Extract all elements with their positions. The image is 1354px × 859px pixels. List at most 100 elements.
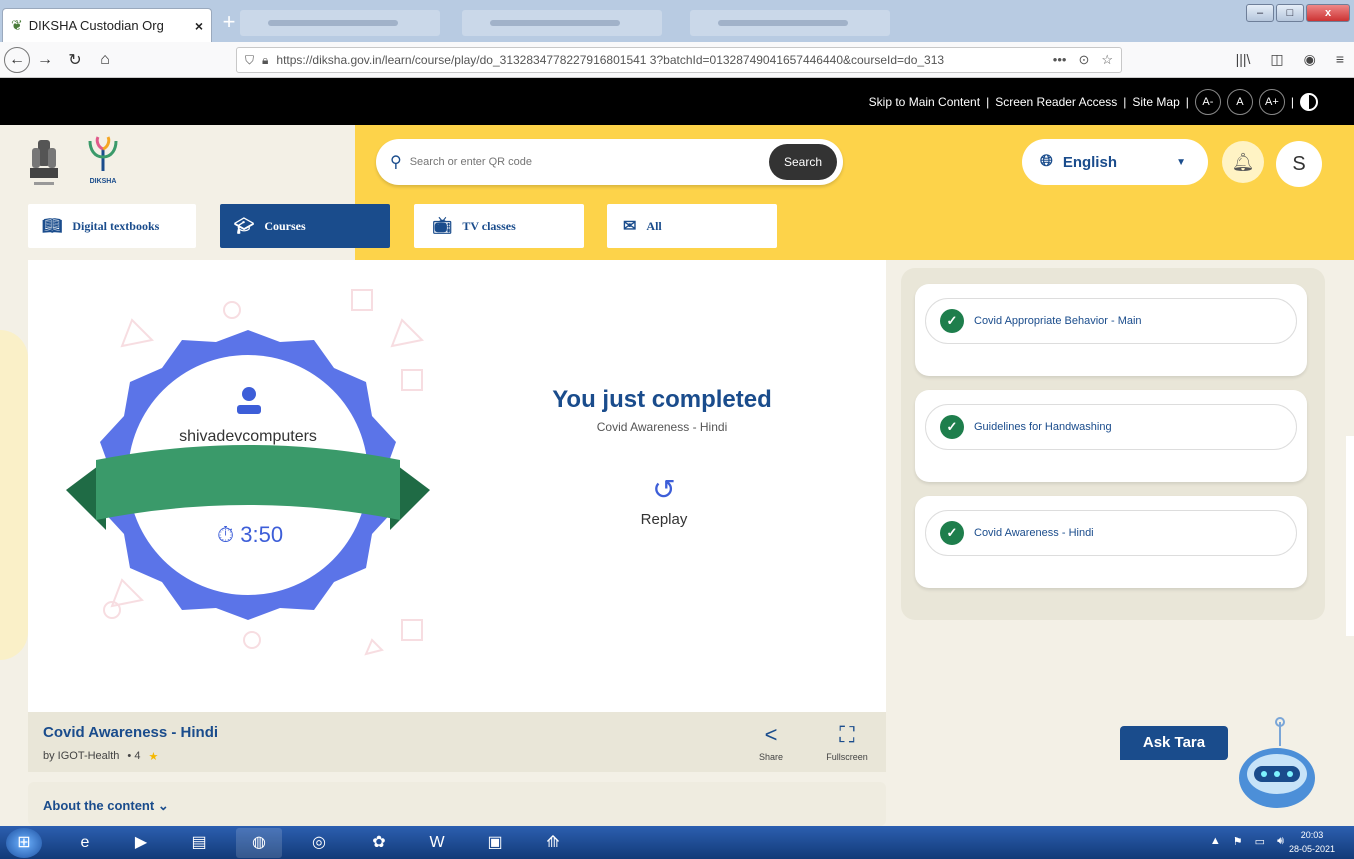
url-bar[interactable]: ⛉ 🔒︎ https://diksha.gov.in/learn/course/… bbox=[236, 47, 1122, 73]
close-tab-icon[interactable]: × bbox=[195, 18, 203, 34]
screen-reader-link[interactable]: Screen Reader Access bbox=[995, 95, 1117, 109]
ask-tara-button[interactable]: Ask Tara bbox=[1120, 726, 1228, 760]
language-label: English bbox=[1062, 153, 1117, 171]
network-icon[interactable]: ▭ bbox=[1255, 835, 1265, 848]
system-tray: ▲ ⚑ ▭ 🔊︎ bbox=[1210, 835, 1284, 848]
list-item[interactable]: ✓ Covid Appropriate Behavior - Main bbox=[925, 298, 1297, 344]
url-text[interactable]: https://diksha.gov.in/learn/course/play/… bbox=[276, 53, 1046, 67]
course-meta: by IGOT-Health • 4 ★ bbox=[43, 750, 158, 763]
decorative-shape bbox=[0, 330, 28, 660]
picasa-icon[interactable]: ✿ bbox=[356, 828, 402, 858]
about-content-toggle[interactable]: About the content ⌄ bbox=[28, 782, 886, 826]
internet-explorer-icon[interactable]: e bbox=[62, 828, 108, 858]
time-value: 3:50 bbox=[240, 522, 284, 547]
tab-courses[interactable]: 🎓︎ Courses bbox=[220, 204, 390, 248]
tray-expand-icon[interactable]: ▲ bbox=[1210, 835, 1221, 848]
browser-titlebar: ❦ DIKSHA Custodian Org × + – □ x bbox=[0, 0, 1354, 42]
browser-tab-active[interactable]: ❦ DIKSHA Custodian Org × bbox=[2, 8, 212, 42]
check-circle-icon: ✓ bbox=[940, 415, 964, 439]
firefox-icon[interactable]: ◍ bbox=[236, 828, 282, 858]
unit-card[interactable]: ✓ Guidelines for Handwashing bbox=[915, 390, 1307, 482]
robot-assistant-icon[interactable] bbox=[1236, 716, 1318, 820]
home-icon[interactable]: ⌂ bbox=[90, 51, 120, 69]
tab-digital-textbooks[interactable]: 📖︎ Digital textbooks bbox=[28, 204, 196, 248]
share-button[interactable]: < Share bbox=[741, 722, 801, 762]
skip-to-main-link[interactable]: Skip to Main Content bbox=[869, 95, 980, 109]
browser-tab-title: DIKSHA Custodian Org bbox=[28, 18, 164, 33]
contrast-toggle-icon[interactable] bbox=[1300, 92, 1318, 111]
stopwatch-icon: ⏱ bbox=[216, 522, 235, 547]
avatar[interactable]: S bbox=[1276, 141, 1322, 187]
sidebar-icon[interactable]: ◫ bbox=[1270, 51, 1283, 68]
word-icon[interactable]: W bbox=[414, 828, 460, 858]
close-window-icon[interactable]: x bbox=[1306, 4, 1350, 22]
more-actions-icon[interactable]: ••• bbox=[1053, 52, 1067, 68]
account-icon[interactable]: ◉ bbox=[1304, 51, 1316, 68]
national-emblem-icon[interactable] bbox=[26, 138, 62, 190]
fullscreen-icon: ⛶ bbox=[839, 722, 855, 747]
star-icon: ★ bbox=[148, 751, 159, 763]
back-arrow-icon[interactable]: ← bbox=[4, 46, 30, 73]
tv-icon: 📺︎ bbox=[432, 218, 453, 235]
file-explorer-icon[interactable]: ▤ bbox=[176, 828, 222, 858]
search-icon: ⚲ bbox=[390, 154, 402, 171]
notification-bell-icon[interactable]: 🔔︎ bbox=[1222, 141, 1264, 183]
image-viewer-icon[interactable]: ▣ bbox=[472, 828, 518, 858]
menu-icon[interactable]: ≡ bbox=[1336, 51, 1344, 68]
font-normal-button[interactable]: A bbox=[1226, 88, 1253, 115]
tab-label: Courses bbox=[264, 218, 306, 233]
chevron-down-icon: ⌄ bbox=[157, 798, 169, 813]
font-decrease-button[interactable]: A- bbox=[1194, 88, 1221, 115]
browser-tab-background[interactable] bbox=[462, 10, 662, 36]
replay-icon[interactable]: ↺ bbox=[648, 472, 680, 508]
browser-navbar: ← → ↻ ⌂ ⛉ 🔒︎ https://diksha.gov.in/learn… bbox=[0, 42, 1354, 78]
diksha-logo[interactable]: DIKSHA bbox=[86, 135, 120, 187]
user-icon bbox=[237, 387, 261, 414]
pocket-icon[interactable]: ⊙ bbox=[1078, 52, 1089, 68]
separator: | bbox=[986, 94, 990, 109]
about-label: About the content bbox=[43, 798, 155, 813]
language-selector[interactable]: 🌐︎ English ▼ bbox=[1022, 139, 1208, 185]
search-input[interactable] bbox=[409, 156, 750, 168]
share-label: Share bbox=[758, 752, 784, 762]
reload-icon[interactable]: ↻ bbox=[60, 50, 90, 70]
maximize-icon[interactable]: □ bbox=[1276, 4, 1304, 22]
flag-icon[interactable]: ⚑ bbox=[1233, 835, 1243, 848]
tab-all[interactable]: ✉︎ All bbox=[607, 204, 777, 248]
unit-card[interactable]: ✓ Covid Appropriate Behavior - Main bbox=[915, 284, 1307, 376]
replay-button[interactable]: Replay bbox=[612, 511, 716, 528]
site-map-link[interactable]: Site Map bbox=[1132, 95, 1179, 109]
forward-arrow-icon[interactable]: → bbox=[30, 51, 60, 69]
list-item[interactable]: ✓ Covid Awareness - Hindi bbox=[925, 510, 1297, 556]
start-button-icon[interactable]: ⊞ bbox=[6, 828, 42, 858]
shield-icon[interactable]: ⛉ bbox=[245, 53, 254, 68]
bookmark-star-icon[interactable]: ☆ bbox=[1101, 52, 1113, 68]
separator: | bbox=[1290, 94, 1294, 109]
course-title: Covid Awareness - Hindi bbox=[43, 724, 219, 741]
completion-badge bbox=[66, 330, 430, 620]
separator: | bbox=[1185, 94, 1189, 109]
book-icon: 📖︎ bbox=[42, 218, 63, 235]
unit-card[interactable]: ✓ Covid Awareness - Hindi bbox=[915, 496, 1307, 588]
new-tab-button[interactable]: + bbox=[218, 11, 240, 34]
tab-tv-classes[interactable]: 📺︎ TV classes bbox=[414, 204, 584, 248]
badge-user-name: shivadevcomputers bbox=[179, 428, 317, 445]
browser-tab-background[interactable] bbox=[240, 10, 440, 36]
search-button[interactable]: Search bbox=[769, 144, 837, 180]
system-clock[interactable]: 20:03 28-05-2021 bbox=[1282, 828, 1342, 856]
separator: | bbox=[1123, 94, 1127, 109]
unit-label: Covid Awareness - Hindi bbox=[974, 527, 1094, 539]
minimize-icon[interactable]: – bbox=[1246, 4, 1274, 22]
pdf-reader-icon[interactable]: ⟰ bbox=[530, 828, 576, 858]
browser-tab-background[interactable] bbox=[690, 10, 890, 36]
check-circle-icon: ✓ bbox=[940, 521, 964, 545]
font-increase-button[interactable]: A+ bbox=[1258, 88, 1285, 115]
clock-time: 20:03 bbox=[1300, 830, 1324, 840]
unit-label: Guidelines for Handwashing bbox=[974, 421, 1112, 433]
library-icon[interactable]: |||\ bbox=[1236, 51, 1251, 68]
chrome-icon[interactable]: ◎ bbox=[296, 828, 342, 858]
fullscreen-button[interactable]: ⛶ Fullscreen bbox=[817, 722, 877, 762]
inbox-icon: ✉︎ bbox=[623, 218, 637, 235]
media-player-icon[interactable]: ▶ bbox=[118, 828, 164, 858]
list-item[interactable]: ✓ Guidelines for Handwashing bbox=[925, 404, 1297, 450]
